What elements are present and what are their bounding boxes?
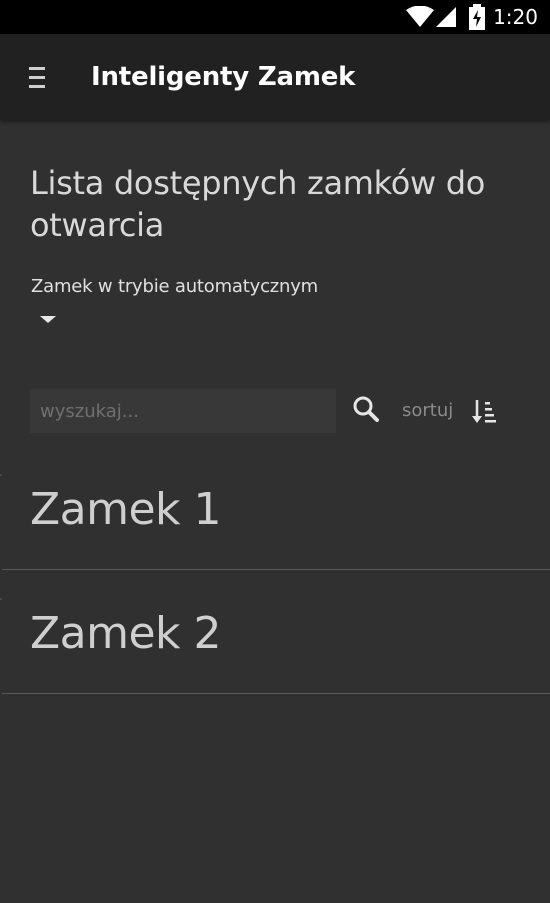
app-bar: Inteligenty Zamek <box>0 34 550 120</box>
search-icon <box>353 396 379 422</box>
sort-button[interactable] <box>468 396 500 428</box>
page-heading: Lista dostępnych zamków do otwarcia <box>30 164 486 244</box>
app-title: Inteligenty Zamek <box>91 62 356 92</box>
item-edge-marker <box>0 598 2 600</box>
item-edge-marker <box>0 474 2 476</box>
list-item[interactable]: Zamek 1 <box>0 446 550 570</box>
lock-name: Zamek 1 <box>30 484 222 535</box>
status-time: 1:20 <box>493 5 538 29</box>
lock-name: Zamek 2 <box>30 608 222 659</box>
status-bar: 1:20 <box>0 0 550 34</box>
wifi-icon <box>406 6 434 27</box>
search-button[interactable] <box>348 392 384 428</box>
app-screen: 1:20 Inteligenty Zamek Lista dostępnych … <box>0 0 550 903</box>
mode-select-label[interactable]: Zamek w trybie automatycznym <box>31 275 318 299</box>
dropdown-arrow-icon[interactable] <box>40 316 56 323</box>
battery-charging-icon <box>469 4 485 30</box>
search-input[interactable] <box>30 389 336 433</box>
sort-ascending-icon <box>472 400 496 423</box>
cellular-signal-icon <box>436 7 456 27</box>
list-item[interactable]: Zamek 2 <box>0 570 550 694</box>
lock-list: Zamek 1 Zamek 2 <box>0 446 550 694</box>
sort-label[interactable]: sortuj <box>402 399 453 423</box>
menu-button[interactable] <box>18 58 58 98</box>
